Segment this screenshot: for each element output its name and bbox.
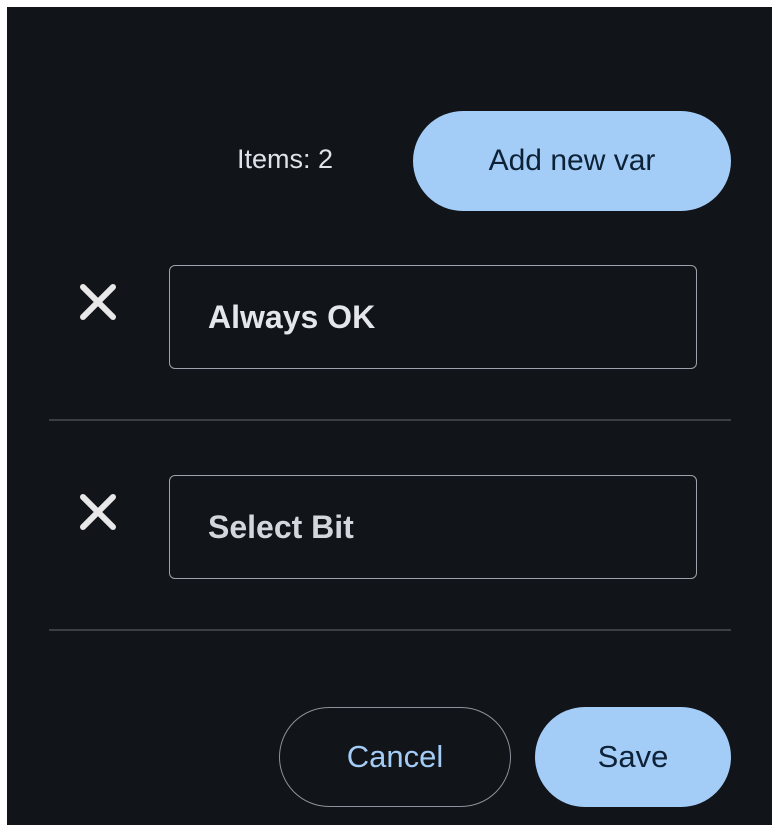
remove-variable-button[interactable] [77, 491, 119, 533]
row-divider [49, 629, 731, 631]
add-new-var-button[interactable]: Add new var [413, 111, 731, 211]
variables-dialog: Items: 2 Add new var Cancel Save [7, 7, 772, 825]
save-button[interactable]: Save [535, 707, 731, 807]
cancel-button[interactable]: Cancel [279, 707, 511, 807]
remove-variable-button[interactable] [77, 281, 119, 323]
close-icon [80, 494, 116, 530]
variable-row [7, 421, 772, 631]
variable-name-field[interactable] [169, 265, 697, 369]
variable-select-field[interactable] [169, 475, 697, 579]
variable-row [7, 211, 772, 421]
items-count-label: Items: 2 [237, 144, 334, 174]
close-icon [80, 284, 116, 320]
